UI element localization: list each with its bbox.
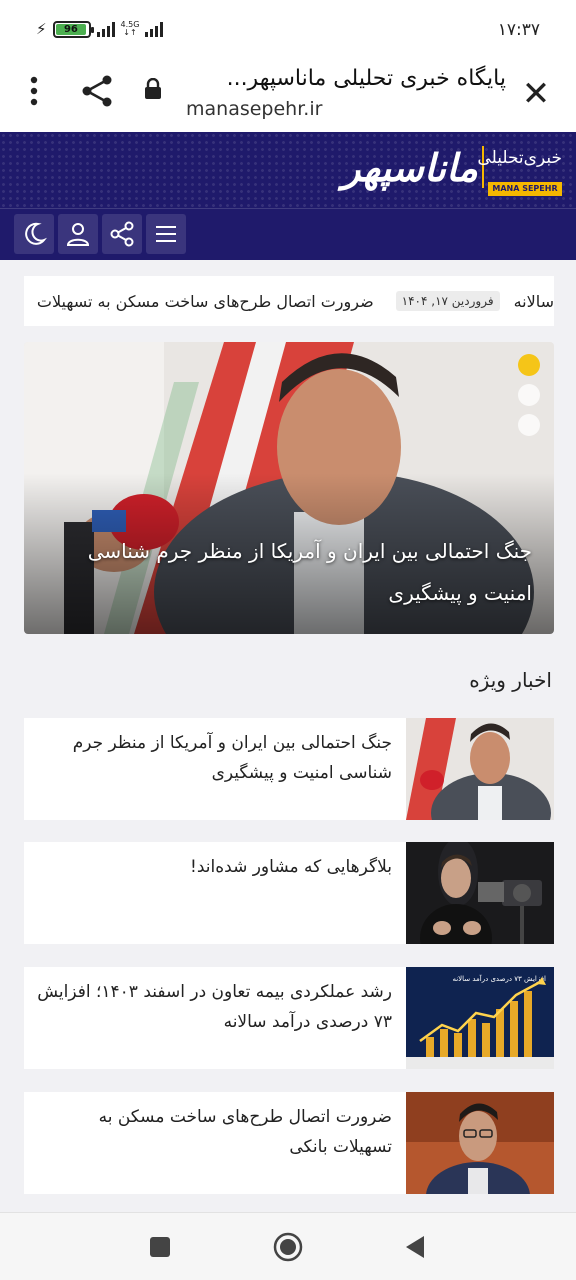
news-title[interactable]: جنگ احتمالی بین ایران و آمریکا از منظر ج… bbox=[36, 728, 392, 788]
menu-button[interactable] bbox=[146, 214, 186, 254]
news-thumbnail: افزایش ۷۳ درصدی درآمد سالانه bbox=[406, 967, 554, 1069]
site-header: ماناسپهر خبری‌تحلیلی MANA SEPEHR bbox=[0, 132, 576, 260]
slider-dot-3[interactable] bbox=[518, 414, 540, 436]
news-title[interactable]: ضرورت اتصال طرح‌های ساخت مسکن به تسهیلات… bbox=[36, 1102, 392, 1162]
share-icon[interactable] bbox=[80, 74, 114, 108]
battery-level: 96 bbox=[55, 23, 87, 35]
signal-icon-2 bbox=[145, 21, 164, 37]
news-title[interactable]: بلاگرهایی که مشاور شده‌اند! bbox=[36, 852, 392, 882]
news-item[interactable]: بلاگرهایی که مشاور شده‌اند! bbox=[24, 842, 554, 944]
logo-en-text: MANA SEPEHR bbox=[488, 182, 562, 196]
charging-icon: ⚡ bbox=[36, 20, 47, 38]
slider-dot-2[interactable] bbox=[518, 384, 540, 406]
section-title: اخبار ویژه bbox=[469, 668, 552, 692]
site-logo[interactable]: ماناسپهر خبری‌تحلیلی MANA SEPEHR bbox=[282, 142, 568, 202]
ticker-prev-text[interactable]: سالانه bbox=[500, 292, 554, 311]
status-time: ۱۷:۳۷ bbox=[497, 20, 540, 40]
hero-slider[interactable]: جنگ احتمالی بین ایران و آمریکا از منظر ج… bbox=[24, 342, 554, 634]
logo-main-text: ماناسپهر bbox=[342, 146, 480, 190]
slider-dot-1[interactable] bbox=[518, 354, 540, 376]
close-icon[interactable]: ✕ bbox=[516, 74, 556, 114]
header-divider bbox=[0, 208, 576, 209]
news-title[interactable]: رشد عملکردی بیمه تعاون در اسفند ۱۴۰۳؛ اف… bbox=[36, 977, 392, 1037]
news-ticker[interactable]: سالانه فروردین ۱۷, ۱۴۰۴ ضرورت اتصال طرح‌… bbox=[24, 276, 554, 326]
moon-icon bbox=[25, 222, 47, 245]
back-icon[interactable] bbox=[400, 1231, 432, 1263]
page-url[interactable]: manasepehr.ir bbox=[186, 98, 322, 120]
news-thumbnail bbox=[406, 718, 554, 820]
hamburger-icon bbox=[156, 226, 176, 242]
ticker-date: فروردین ۱۷, ۱۴۰۴ bbox=[395, 291, 500, 311]
browser-toolbar: ✕ پایگاه خبری تحلیلی ماناسپهر... manasep… bbox=[0, 60, 576, 132]
news-item[interactable]: ضرورت اتصال طرح‌های ساخت مسکن به تسهیلات… bbox=[24, 1092, 554, 1194]
share-button[interactable] bbox=[102, 214, 142, 254]
home-icon[interactable] bbox=[272, 1231, 304, 1263]
news-item[interactable]: جنگ احتمالی بین ایران و آمریکا از منظر ج… bbox=[24, 718, 554, 820]
lock-icon[interactable] bbox=[144, 78, 162, 100]
network-type: 4.5G ↓↑ bbox=[120, 20, 140, 37]
signal-icon bbox=[96, 21, 115, 37]
user-button[interactable] bbox=[58, 214, 98, 254]
logo-sub-text: خبری‌تحلیلی bbox=[477, 148, 562, 168]
hero-title[interactable]: جنگ احتمالی بین ایران و آمریکا از منظر ج… bbox=[62, 530, 532, 614]
news-thumbnail bbox=[406, 842, 554, 944]
status-bar: ⚡ 96 4.5G ↓↑ ۱۷:۳۷ bbox=[0, 0, 576, 60]
share-icon bbox=[110, 221, 134, 247]
ticker-headline[interactable]: ضرورت اتصال طرح‌های ساخت مسکن به تسهیلات bbox=[37, 292, 374, 311]
more-options-icon[interactable] bbox=[22, 74, 46, 108]
news-thumbnail bbox=[406, 1092, 554, 1194]
user-icon bbox=[66, 223, 90, 246]
dark-mode-button[interactable] bbox=[14, 214, 54, 254]
thumb-chart-text: افزایش ۷۳ درصدی درآمد سالانه bbox=[452, 974, 546, 983]
recent-apps-icon[interactable] bbox=[144, 1231, 176, 1263]
page-title: پایگاه خبری تحلیلی ماناسپهر... bbox=[226, 66, 506, 91]
battery-icon: 96 bbox=[52, 20, 94, 38]
slider-dots bbox=[518, 354, 540, 436]
news-item[interactable]: افزایش ۷۳ درصدی درآمد سالانه رشد عملکردی… bbox=[24, 967, 554, 1069]
status-indicators: ⚡ 96 4.5G ↓↑ bbox=[36, 20, 164, 38]
header-tools bbox=[14, 214, 186, 254]
android-nav-bar bbox=[0, 1212, 576, 1280]
